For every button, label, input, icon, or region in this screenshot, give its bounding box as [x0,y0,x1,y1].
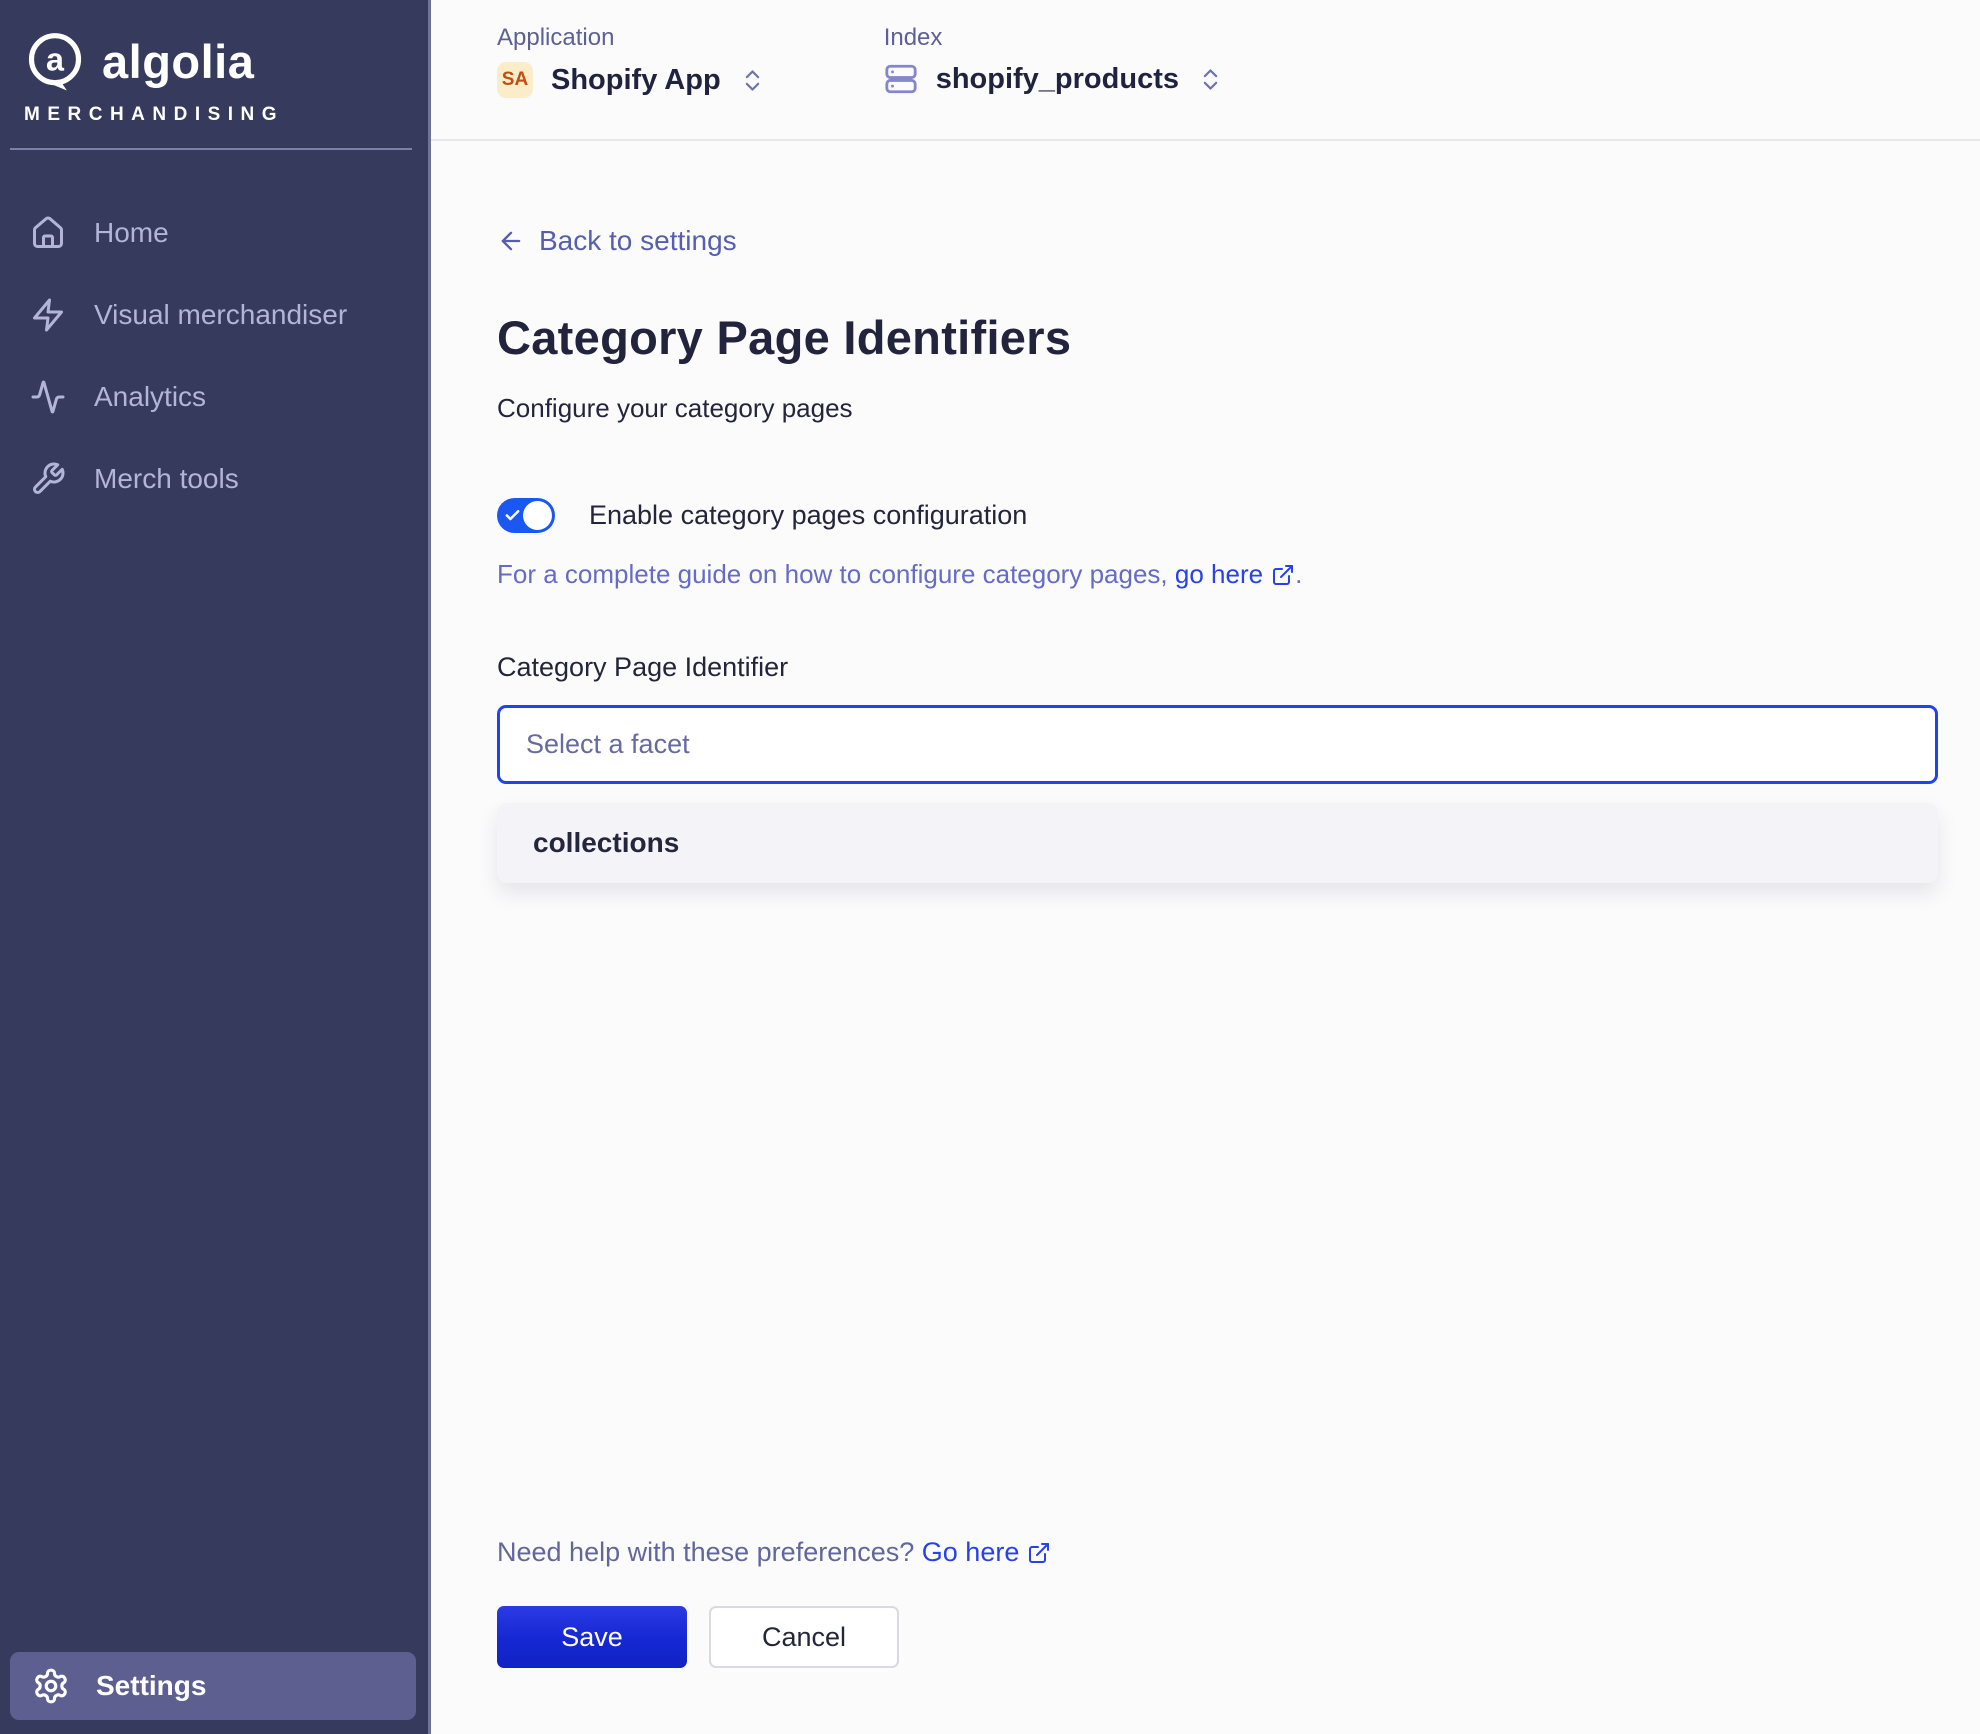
footer-actions: Need help with these preferences? Go her… [431,1537,1980,1734]
guide-suffix: . [1295,559,1302,589]
app-root: a algolia MERCHANDISING Home [0,0,1980,1734]
facet-field-label: Category Page Identifier [497,652,1938,683]
guide-text: For a complete guide on how to configure… [497,559,1168,589]
toggle-label: Enable category pages configuration [589,500,1027,531]
application-selector-group: Application SA Shopify App [497,24,766,98]
svg-text:a: a [46,41,65,77]
application-label: Application [497,24,766,52]
guide-go-here-link[interactable]: go here [1175,559,1295,590]
server-icon [884,62,918,96]
index-selector-group: Index shopify_products [884,24,1224,96]
application-selector[interactable]: SA Shopify App [497,62,766,98]
index-selector[interactable]: shopify_products [884,62,1224,96]
chevrons-up-down-icon [739,67,766,94]
cancel-button[interactable]: Cancel [709,1606,899,1668]
help-line: Need help with these preferences? Go her… [497,1537,1938,1568]
brand-subtitle: MERCHANDISING [24,104,408,126]
help-text: Need help with these preferences? [497,1537,914,1567]
check-icon [504,507,521,524]
gear-icon [32,1667,70,1705]
sidebar-item-label: Visual merchandiser [94,299,347,331]
main-area: Application SA Shopify App Index [431,0,1980,1734]
activity-icon [30,379,66,415]
topbar: Application SA Shopify App Index [431,0,1980,141]
sidebar-item-label: Settings [96,1670,206,1702]
index-value: shopify_products [936,63,1179,96]
arrow-left-icon [497,227,525,255]
sidebar-spacer [0,520,428,1652]
facet-select-input[interactable] [497,705,1938,784]
sidebar-item-home[interactable]: Home [0,192,428,274]
toggle-knob [523,501,552,530]
brand: a algolia MERCHANDISING [0,0,428,126]
guide-line: For a complete guide on how to configure… [497,559,1938,590]
sidebar-divider [10,148,412,150]
sidebar-item-merch-tools[interactable]: Merch tools [0,438,428,520]
sidebar: a algolia MERCHANDISING Home [0,0,431,1734]
brand-name: algolia [102,34,254,89]
save-button[interactable]: Save [497,1606,687,1668]
facet-dropdown: collections [497,803,1938,883]
sidebar-item-settings[interactable]: Settings [10,1652,416,1720]
home-icon [30,215,66,251]
external-link-icon [1271,563,1295,587]
enable-toggle-row: Enable category pages configuration [497,498,1938,533]
sidebar-item-analytics[interactable]: Analytics [0,356,428,438]
help-go-here-link[interactable]: Go here [922,1537,1052,1568]
chevrons-up-down-icon [1197,66,1224,93]
sidebar-item-label: Analytics [94,381,206,413]
lightning-icon [30,297,66,333]
index-label: Index [884,24,1224,52]
wrench-icon [30,461,66,497]
back-link-label: Back to settings [539,225,737,257]
enable-category-pages-toggle[interactable] [497,498,555,533]
algolia-logo-icon: a [24,30,86,92]
sidebar-item-visual-merchandiser[interactable]: Visual merchandiser [0,274,428,356]
back-to-settings-link[interactable]: Back to settings [497,225,737,257]
settings-content: Back to settings Category Page Identifie… [431,141,1980,1537]
sidebar-nav: Home Visual merchandiser Analytics [0,192,428,520]
sidebar-item-label: Merch tools [94,463,239,495]
application-value: Shopify App [551,64,721,97]
application-badge: SA [497,62,533,98]
dropdown-option-collections[interactable]: collections [497,803,1938,883]
page-subtitle: Configure your category pages [497,393,1938,424]
sidebar-item-label: Home [94,217,169,249]
page-title: Category Page Identifiers [497,310,1938,365]
external-link-icon [1027,1541,1051,1565]
